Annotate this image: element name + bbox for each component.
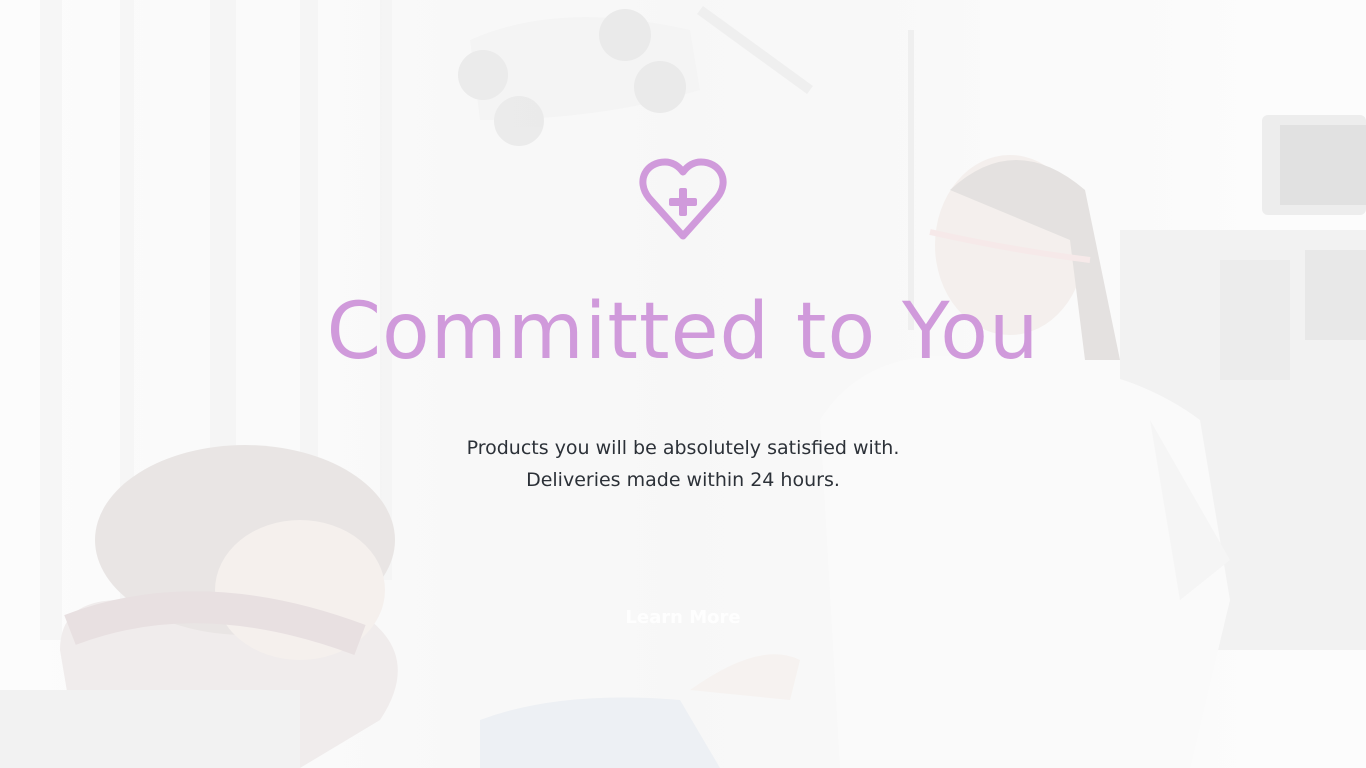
hero-content: Committed to You Products you will be ab… — [0, 0, 1366, 768]
learn-more-button[interactable]: Learn More — [603, 598, 763, 636]
subtitle-line-1: Products you will be absolutely satisfie… — [466, 437, 900, 459]
heart-plus-icon — [639, 158, 727, 240]
hero-title: Committed to You — [326, 287, 1040, 377]
subtitle-line-2: Deliveries made within 24 hours. — [526, 469, 840, 491]
hero-subtitle: Products you will be absolutely satisfie… — [0, 432, 1366, 496]
